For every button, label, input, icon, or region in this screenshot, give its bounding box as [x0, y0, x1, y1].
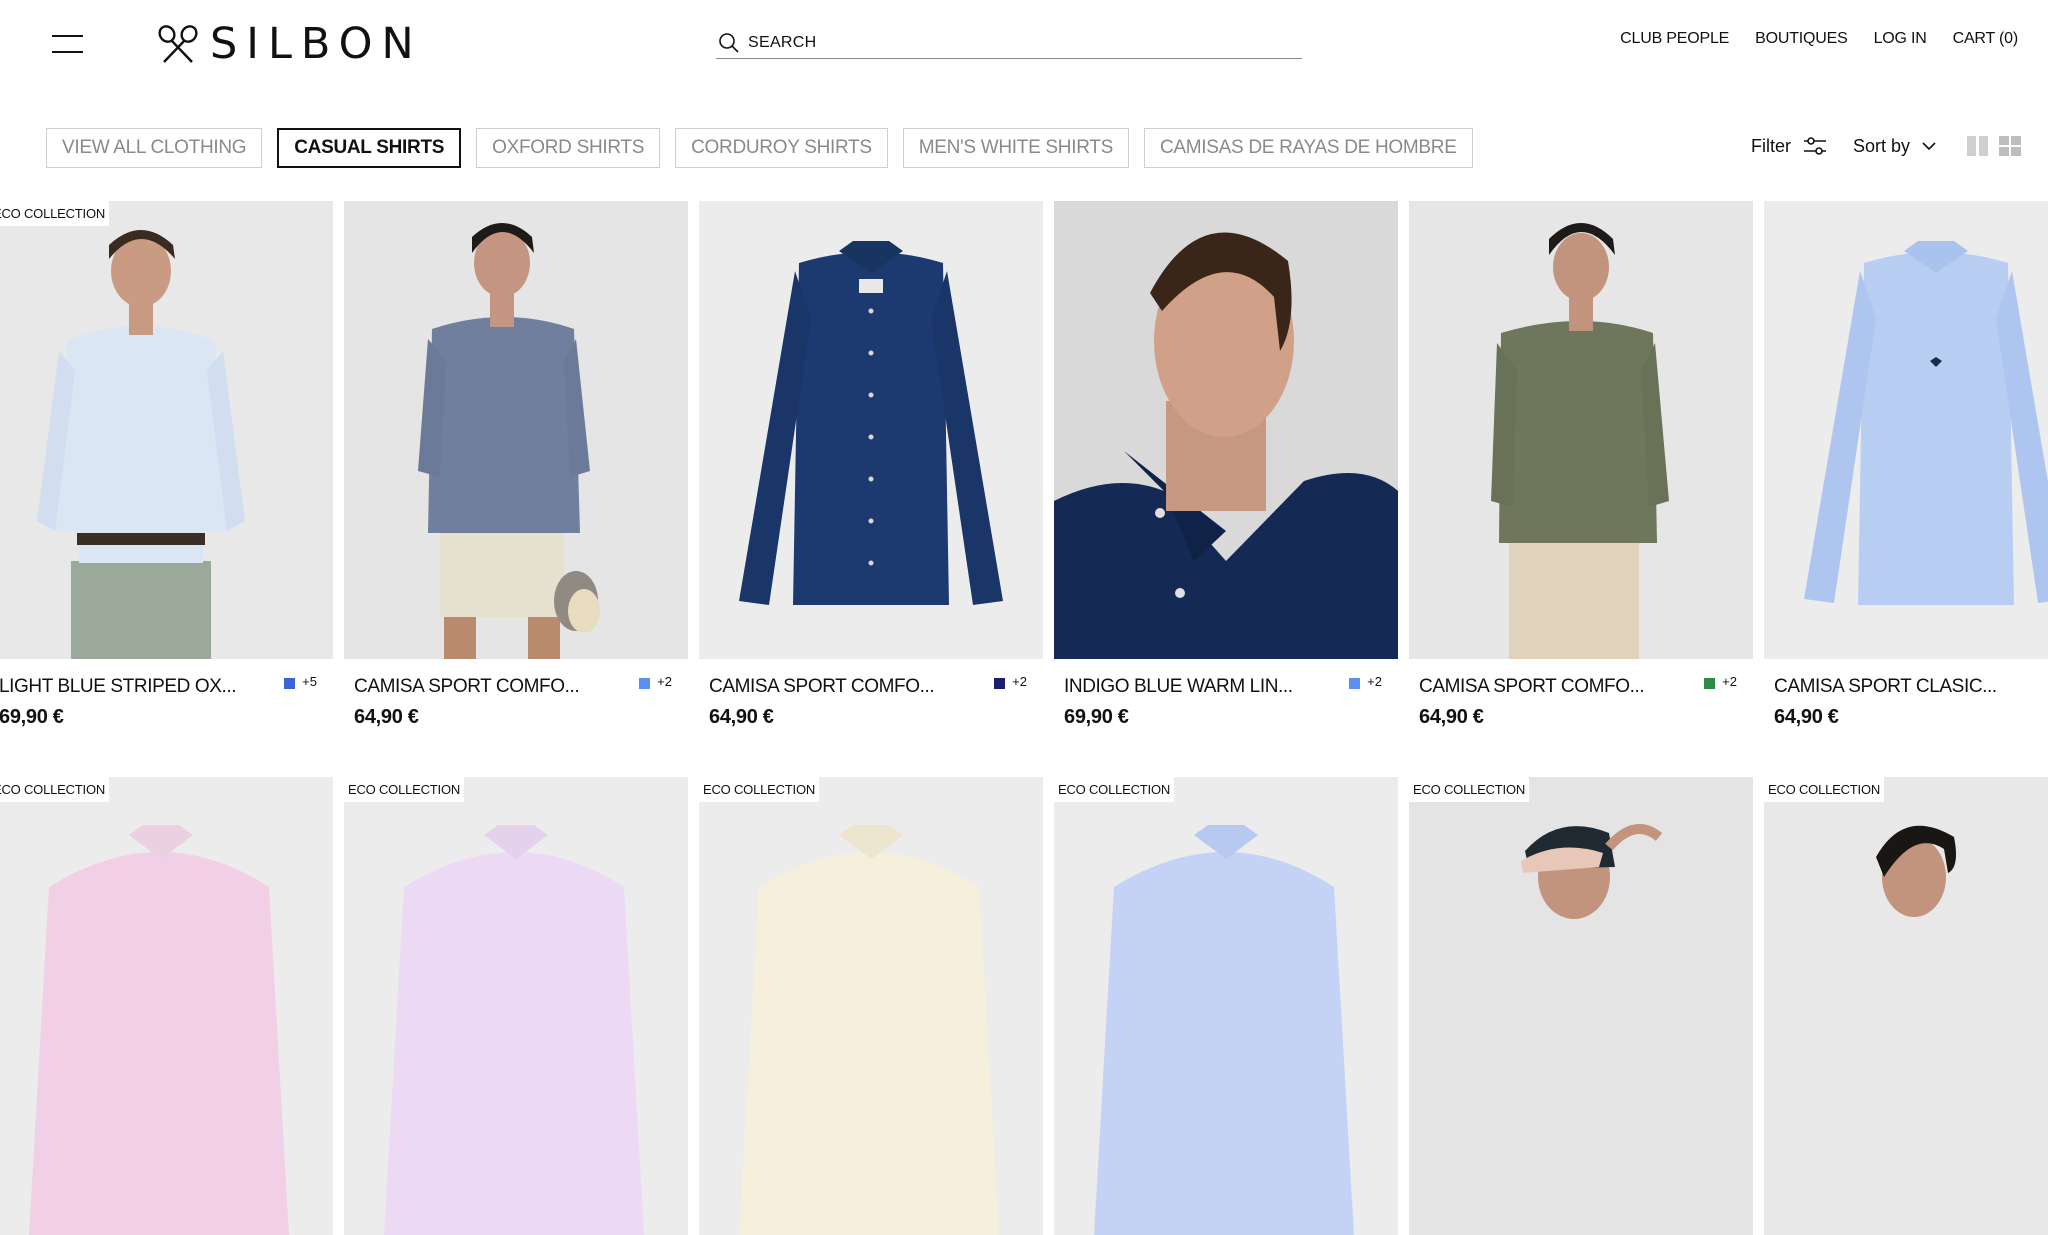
- nav-boutiques[interactable]: BOUTIQUES: [1755, 30, 1848, 48]
- product-card[interactable]: ECO COLLECTION: [1054, 777, 1398, 1235]
- product-image[interactable]: [1409, 201, 1753, 659]
- product-card[interactable]: ECO COLLECTION: [1409, 777, 1753, 1235]
- header: SILBON CLUB PEOPLE BOUTIQUES LOG IN CART…: [0, 0, 2048, 90]
- crossed-rackets-icon: [158, 25, 198, 63]
- product-card[interactable]: INDIGO BLUE WARM LIN... 69,90 € +2: [1054, 201, 1398, 759]
- product-info: CAMISA SPORT COMFO... 64,90 € +2: [699, 659, 1043, 759]
- product-image[interactable]: ECO COLLECTION: [1764, 777, 2048, 1235]
- product-image[interactable]: ECO COLLECTION: [1409, 777, 1753, 1235]
- nav-club-people[interactable]: CLUB PEOPLE: [1620, 30, 1729, 48]
- product-image[interactable]: ECO COLLECTION: [699, 777, 1043, 1235]
- chevron-down-icon: [1922, 142, 1936, 151]
- product-price: 64,90 €: [1419, 706, 1484, 728]
- more-colors-count: +2: [657, 674, 672, 689]
- product-price: 64,90 €: [354, 706, 419, 728]
- more-colors-count: +2: [1722, 674, 1737, 689]
- product-card[interactable]: CAMISA SPORT CLASIC... 64,90 €: [1764, 201, 2048, 759]
- product-info: LIGHT BLUE STRIPED OX... 69,90 € +5: [0, 659, 333, 759]
- product-card[interactable]: CAMISA SPORT COMFO... 64,90 € +2: [344, 201, 688, 759]
- more-colors-count: +5: [302, 674, 317, 689]
- color-swatch[interactable]: [1349, 678, 1360, 689]
- product-image[interactable]: ECO COLLECTION: [0, 201, 333, 659]
- product-card[interactable]: ECO COLLECTION: [344, 777, 688, 1235]
- grid-four-columns-icon[interactable]: [1998, 135, 2022, 157]
- tab-mens-white-shirts[interactable]: MEN'S WHITE SHIRTS: [902, 128, 1129, 168]
- search-input[interactable]: [748, 34, 1268, 52]
- product-price: 64,90 €: [1774, 706, 1839, 728]
- product-name[interactable]: CAMISA SPORT COMFO...: [709, 676, 935, 698]
- product-image[interactable]: ECO COLLECTION: [344, 777, 688, 1235]
- color-swatch[interactable]: [284, 678, 295, 689]
- color-swatch[interactable]: [1704, 678, 1715, 689]
- product-image[interactable]: [699, 201, 1043, 659]
- product-card[interactable]: ECO COLLECTION LIGHT BLUE STRIPED OX... …: [0, 201, 333, 759]
- product-price: 69,90 €: [0, 706, 64, 728]
- eco-collection-badge: ECO COLLECTION: [1409, 777, 1530, 802]
- product-image[interactable]: [344, 201, 688, 659]
- search-bar[interactable]: [716, 28, 1302, 59]
- grid-two-columns-icon[interactable]: [1966, 135, 1990, 157]
- product-card[interactable]: ECO COLLECTION: [699, 777, 1043, 1235]
- product-price: 69,90 €: [1064, 706, 1129, 728]
- product-name[interactable]: LIGHT BLUE STRIPED OX...: [0, 676, 237, 698]
- color-swatch[interactable]: [639, 678, 650, 689]
- product-image[interactable]: [1054, 201, 1398, 659]
- tab-oxford-shirts[interactable]: OXFORD SHIRTS: [476, 128, 661, 168]
- filter-button[interactable]: Filter: [1751, 136, 1827, 157]
- menu-icon[interactable]: [52, 35, 83, 53]
- eco-collection-badge: ECO COLLECTION: [0, 201, 110, 226]
- product-card[interactable]: CAMISA SPORT COMFO... 64,90 € +2: [1409, 201, 1753, 759]
- eco-collection-badge: ECO COLLECTION: [0, 777, 110, 802]
- more-colors-count: +2: [1012, 674, 1027, 689]
- top-nav: CLUB PEOPLE BOUTIQUES LOG IN CART (0): [1620, 30, 2018, 48]
- product-info: CAMISA SPORT COMFO... 64,90 € +2: [344, 659, 688, 759]
- color-swatch[interactable]: [994, 678, 1005, 689]
- listing-tools: Filter Sort by: [1751, 135, 2022, 157]
- product-image[interactable]: [1764, 201, 2048, 659]
- product-name[interactable]: INDIGO BLUE WARM LIN...: [1064, 676, 1293, 698]
- eco-collection-badge: ECO COLLECTION: [1054, 777, 1175, 802]
- eco-collection-badge: ECO COLLECTION: [1764, 777, 1885, 802]
- product-card[interactable]: CAMISA SPORT COMFO... 64,90 € +2: [699, 201, 1043, 759]
- tab-corduroy-shirts[interactable]: CORDUROY SHIRTS: [675, 128, 888, 168]
- product-info: INDIGO BLUE WARM LIN... 69,90 € +2: [1054, 659, 1398, 759]
- sort-by-button[interactable]: Sort by: [1853, 136, 1936, 157]
- filter-label: Filter: [1750, 135, 1791, 156]
- eco-collection-badge: ECO COLLECTION: [344, 777, 465, 802]
- product-info: CAMISA SPORT COMFO... 64,90 € +2: [1409, 659, 1753, 759]
- product-name[interactable]: CAMISA SPORT CLASIC...: [1774, 676, 1997, 698]
- eco-collection-badge: ECO COLLECTION: [699, 777, 820, 802]
- product-info: CAMISA SPORT CLASIC... 64,90 €: [1764, 659, 2048, 759]
- product-price: 64,90 €: [709, 706, 774, 728]
- nav-cart[interactable]: CART (0): [1953, 30, 2019, 48]
- nav-log-in[interactable]: LOG IN: [1874, 30, 1927, 48]
- tab-view-all-clothing[interactable]: VIEW ALL CLOTHING: [46, 128, 263, 168]
- tab-casual-shirts[interactable]: CASUAL SHIRTS: [277, 128, 462, 168]
- tab-camisas-de-rayas[interactable]: CAMISAS DE RAYAS DE HOMBRE: [1143, 128, 1473, 168]
- sort-label: Sort by: [1852, 135, 1910, 156]
- sliders-icon: [1803, 137, 1826, 155]
- product-card[interactable]: ECO COLLECTION: [1764, 777, 2048, 1235]
- product-card[interactable]: ECO COLLECTION: [0, 777, 333, 1235]
- product-image[interactable]: ECO COLLECTION: [0, 777, 333, 1235]
- more-colors-count: +2: [1367, 674, 1382, 689]
- search-icon[interactable]: [718, 32, 740, 54]
- product-image[interactable]: ECO COLLECTION: [1054, 777, 1398, 1235]
- product-name[interactable]: CAMISA SPORT COMFO...: [1419, 676, 1645, 698]
- brand-logo[interactable]: SILBON: [156, 22, 423, 66]
- brand-name: SILBON: [210, 19, 423, 69]
- view-toggles: [1966, 135, 2022, 157]
- category-tabs: VIEW ALL CLOTHING CASUAL SHIRTS OXFORD S…: [46, 128, 1473, 168]
- product-name[interactable]: CAMISA SPORT COMFO...: [354, 676, 580, 698]
